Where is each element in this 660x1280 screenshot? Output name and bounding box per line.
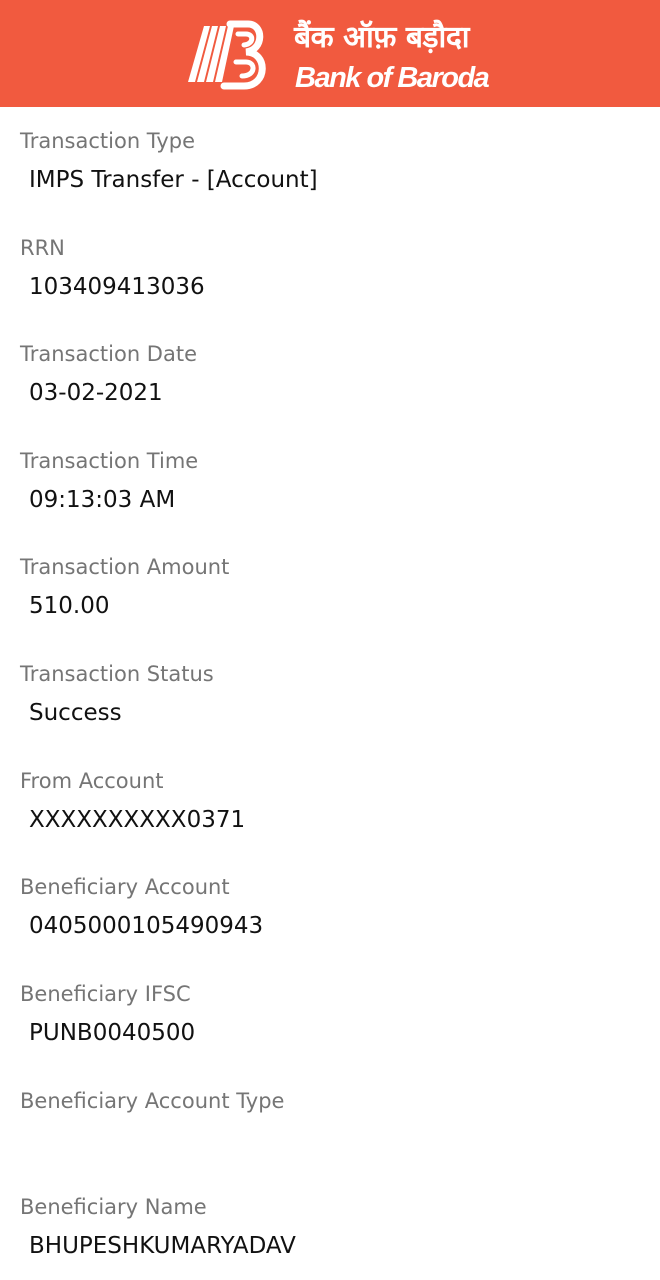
field-from-account: From Account XXXXXXXXXX0371 [0, 767, 660, 867]
field-value: 09:13:03 AM [29, 487, 176, 513]
field-beneficiary-ifsc: Beneficiary IFSC PUNB0040500 [0, 980, 660, 1080]
bank-logo: बैंक ऑफ़ बड़ौदा Bank of Baroda [184, 16, 490, 94]
field-label: Beneficiary IFSC [20, 982, 191, 1006]
field-transaction-amount: Transaction Amount 510.00 [0, 553, 660, 653]
brand-name-english: Bank of Baroda [295, 62, 490, 94]
field-label: Transaction Amount [20, 555, 230, 579]
field-label: Transaction Time [20, 449, 199, 473]
field-value: 510.00 [29, 593, 110, 619]
field-label: RRN [20, 236, 65, 260]
field-label: From Account [20, 769, 164, 793]
brand-name-hindi: बैंक ऑफ़ बड़ौदा [294, 20, 470, 55]
field-label: Transaction Type [20, 129, 196, 153]
bank-of-baroda-sunrise-logo-icon [188, 20, 266, 90]
field-transaction-date: Transaction Date 03-02-2021 [0, 340, 660, 440]
app-header: बैंक ऑफ़ बड़ौदा Bank of Baroda [0, 0, 660, 107]
field-value: BHUPESHKUMARYADAV [29, 1233, 296, 1259]
field-beneficiary-account-type: Beneficiary Account Type [0, 1087, 660, 1187]
field-label: Beneficiary Account [20, 875, 230, 899]
field-beneficiary-account: Beneficiary Account 0405000105490943 [0, 873, 660, 973]
field-value: PUNB0040500 [29, 1020, 196, 1046]
field-label: Beneficiary Account Type [20, 1089, 285, 1113]
field-transaction-status: Transaction Status Success [0, 660, 660, 760]
field-transaction-time: Transaction Time 09:13:03 AM [0, 447, 660, 547]
field-value: XXXXXXXXXX0371 [29, 807, 246, 833]
field-rrn: RRN 103409413036 [0, 234, 660, 334]
field-label: Transaction Status [20, 662, 214, 686]
field-value: 0405000105490943 [29, 913, 264, 939]
field-beneficiary-name: Beneficiary Name BHUPESHKUMARYADAV [0, 1193, 660, 1280]
field-value: IMPS Transfer - [Account] [29, 167, 318, 193]
field-transaction-type: Transaction Type IMPS Transfer - [Accoun… [0, 127, 660, 227]
field-label: Beneficiary Name [20, 1195, 207, 1219]
field-label: Transaction Date [20, 342, 198, 366]
field-value: 03-02-2021 [29, 380, 163, 406]
field-value: Success [29, 700, 122, 726]
field-value: 103409413036 [29, 274, 205, 300]
